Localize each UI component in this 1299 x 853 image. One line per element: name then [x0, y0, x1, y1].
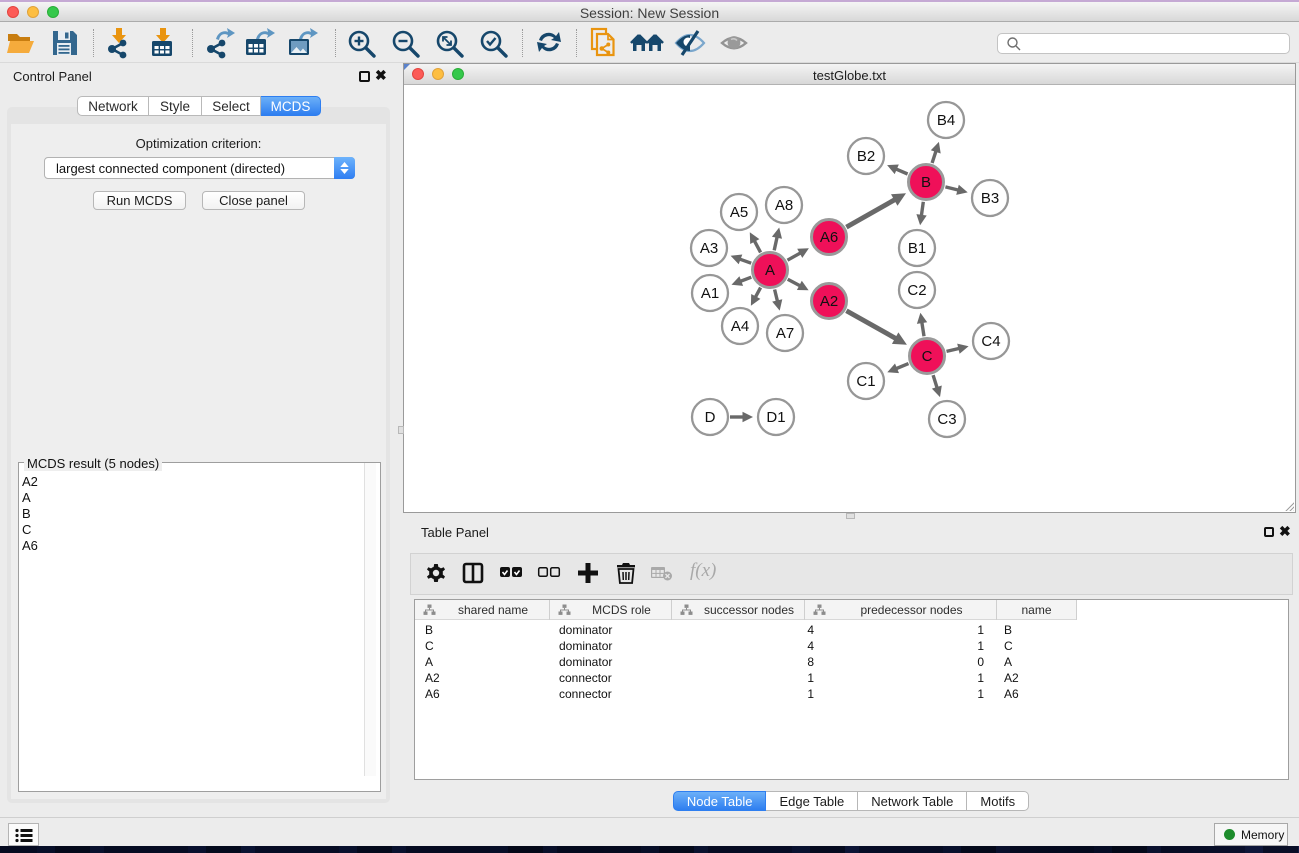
svg-text:A: A	[765, 262, 775, 279]
svg-text:B4: B4	[937, 112, 955, 129]
svg-text:C3: C3	[937, 411, 956, 428]
svg-text:C2: C2	[907, 282, 926, 299]
svg-text:C: C	[922, 348, 933, 365]
svg-text:C1: C1	[856, 373, 875, 390]
svg-text:A1: A1	[701, 285, 719, 302]
svg-text:D1: D1	[766, 409, 785, 426]
svg-text:A4: A4	[731, 318, 749, 335]
svg-text:B2: B2	[857, 148, 875, 165]
svg-text:A2: A2	[820, 293, 838, 310]
svg-text:A7: A7	[776, 325, 794, 342]
svg-text:D: D	[705, 409, 716, 426]
svg-text:A5: A5	[730, 204, 748, 221]
svg-text:A3: A3	[700, 240, 718, 257]
svg-text:B: B	[921, 174, 931, 191]
svg-text:A6: A6	[820, 229, 838, 246]
svg-text:C4: C4	[981, 333, 1000, 350]
svg-text:B3: B3	[981, 190, 999, 207]
svg-text:B1: B1	[908, 240, 926, 257]
svg-text:A8: A8	[775, 197, 793, 214]
